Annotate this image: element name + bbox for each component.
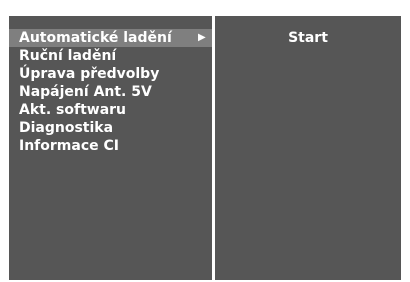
panel-divider: [212, 16, 215, 280]
menu-item-label: Úprava předvolby: [19, 66, 160, 82]
menu-item-label: Ruční ladění: [19, 48, 117, 64]
menu-item-label: Diagnostika: [19, 120, 114, 136]
menu-item-label: Informace CI: [19, 138, 119, 154]
arrow-right-icon: ▶: [198, 32, 206, 43]
tv-settings-screen: Automatické ladění ▶ Ruční ladění Úprava…: [9, 16, 401, 280]
menu-item-label: Napájení Ant. 5V: [19, 84, 152, 100]
menu-item-antenna-power[interactable]: Napájení Ant. 5V: [9, 83, 212, 101]
menu-item-software-update[interactable]: Akt. softwaru: [9, 101, 212, 119]
menu-item-auto-tuning[interactable]: Automatické ladění ▶: [9, 29, 212, 47]
menu-item-ci-information[interactable]: Informace CI: [9, 137, 212, 155]
menu-item-label: Automatické ladění: [19, 30, 172, 46]
main-menu: Automatické ladění ▶ Ruční ladění Úprava…: [9, 29, 212, 155]
menu-item-diagnostics[interactable]: Diagnostika: [9, 119, 212, 137]
menu-item-manual-tuning[interactable]: Ruční ladění: [9, 47, 212, 65]
start-option[interactable]: Start: [215, 29, 401, 47]
sub-menu: Start: [215, 29, 401, 47]
menu-item-programme-edit[interactable]: Úprava předvolby: [9, 65, 212, 83]
menu-item-label: Akt. softwaru: [19, 102, 127, 118]
